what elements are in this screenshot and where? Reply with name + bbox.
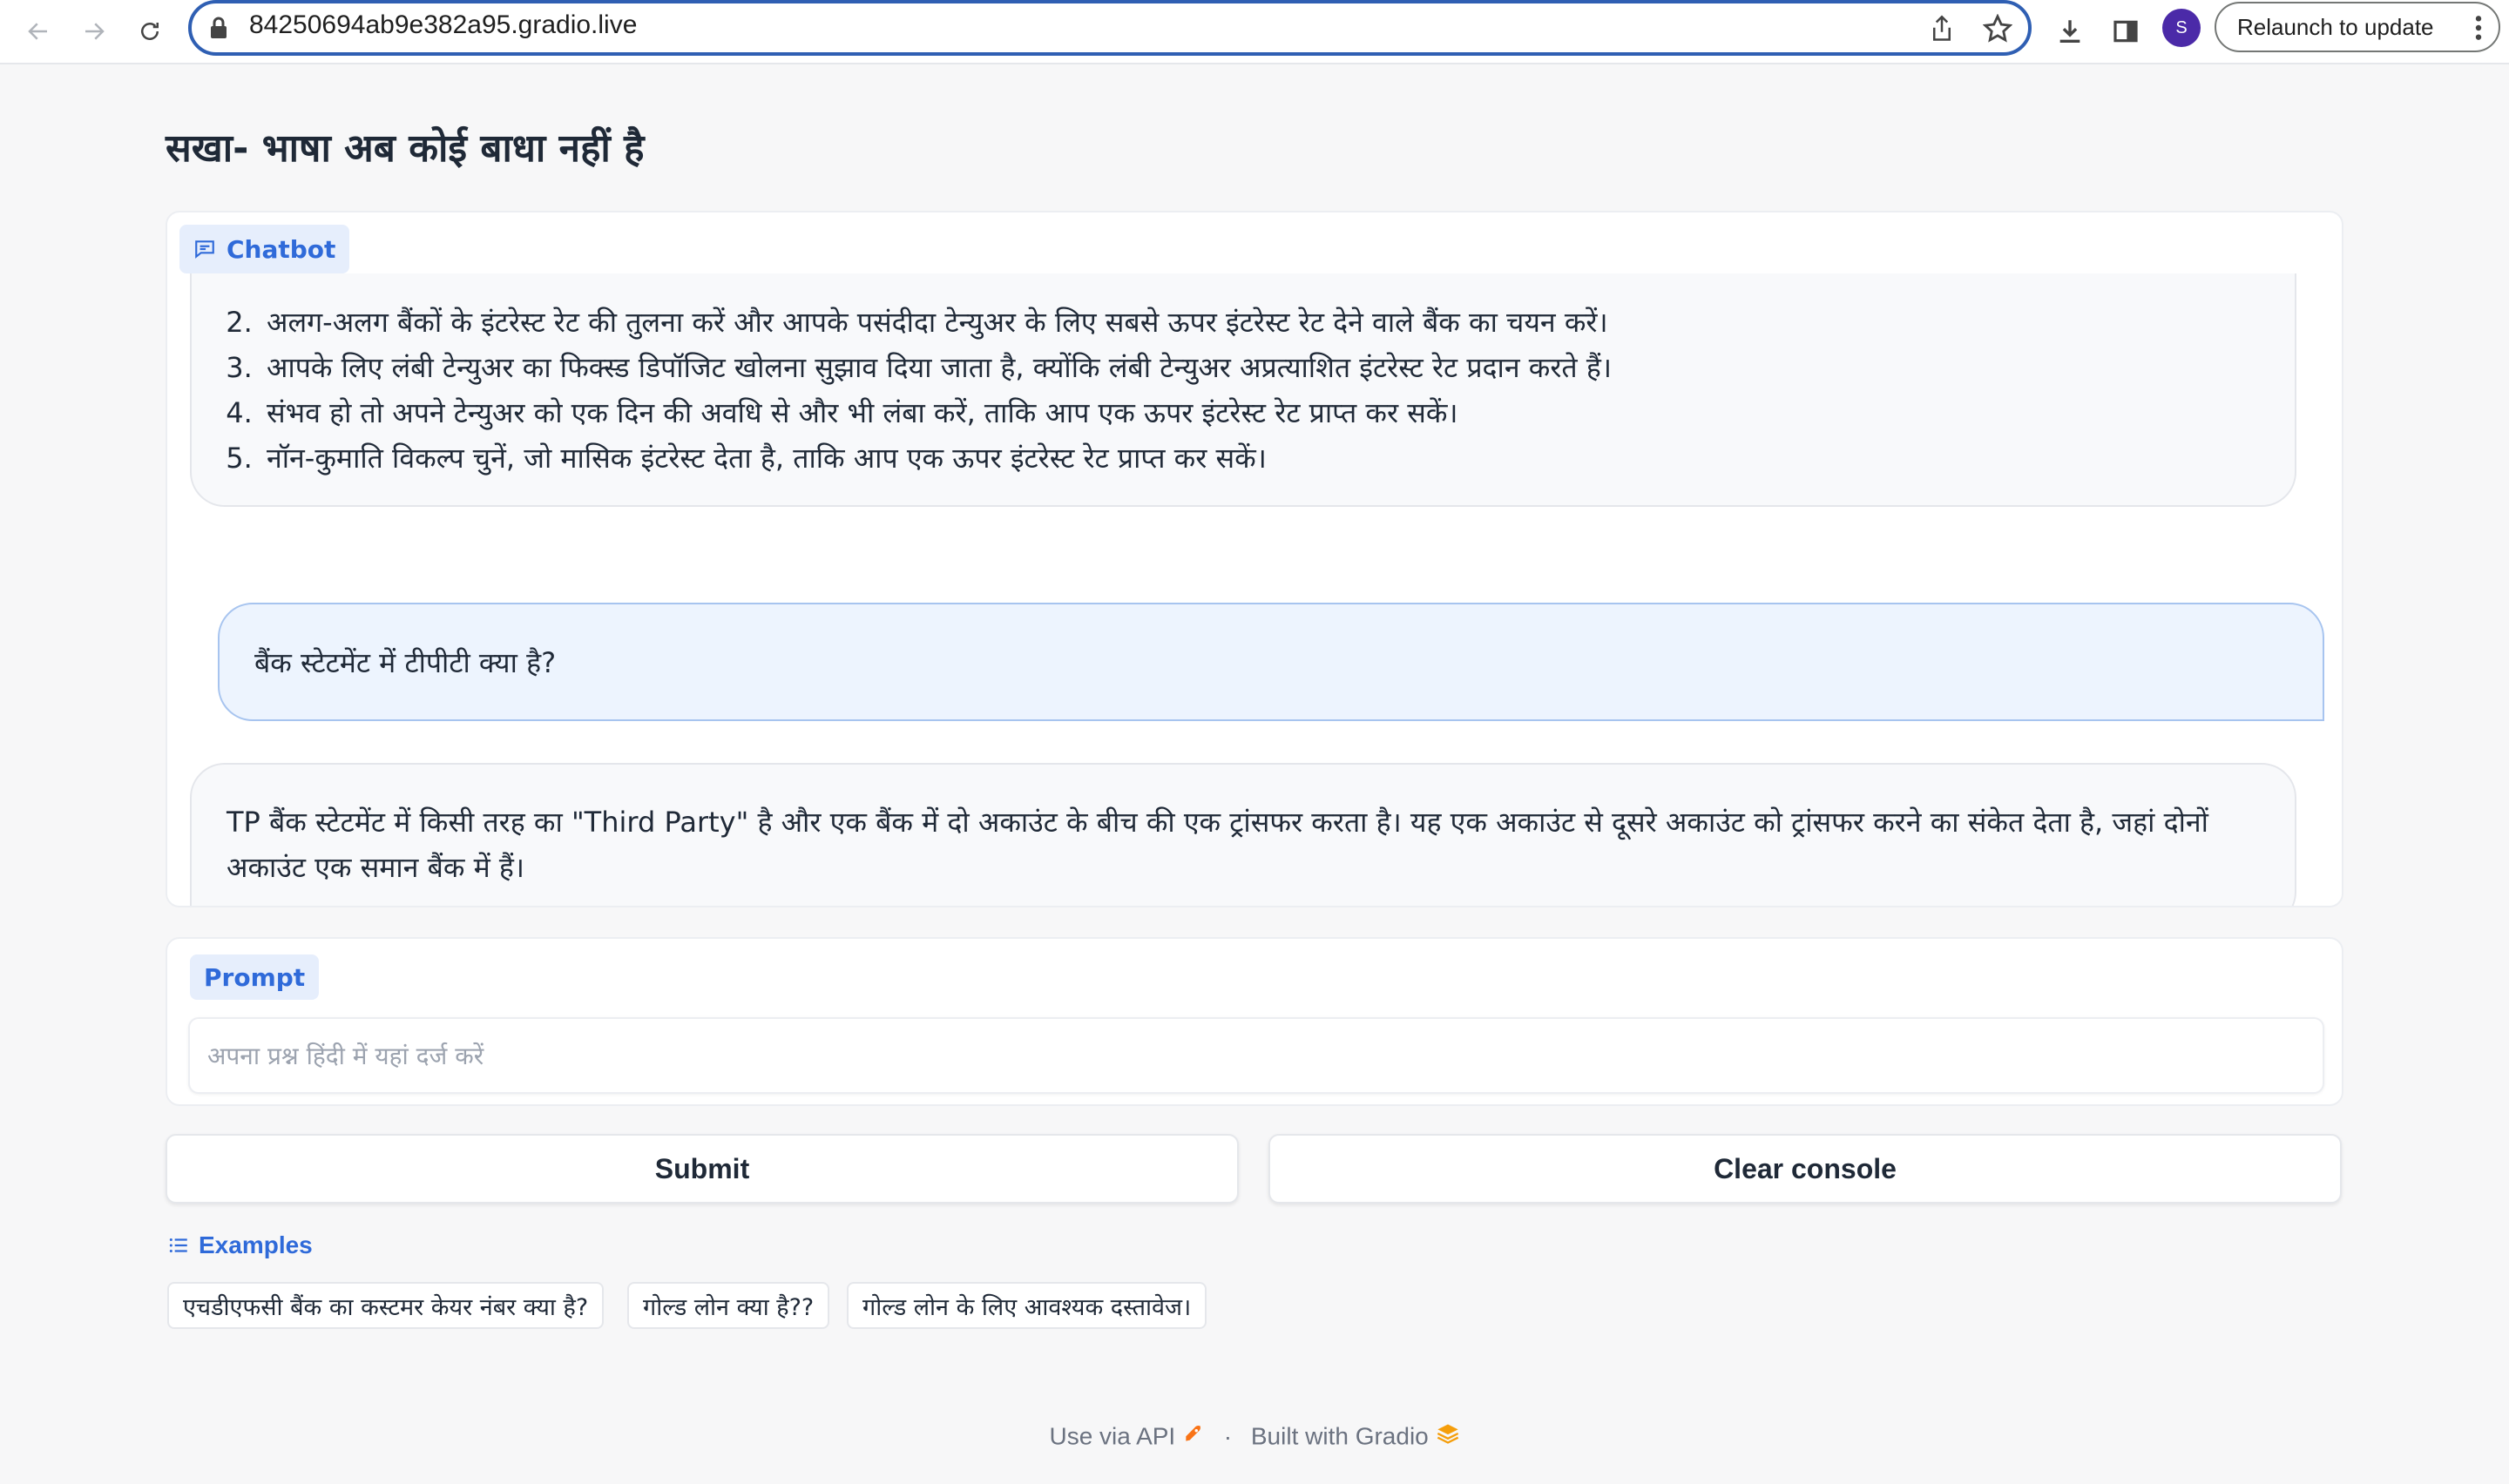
prompt-input[interactable] [188, 1017, 2324, 1094]
download-icon [2059, 20, 2080, 44]
prompt-label: Prompt [190, 954, 320, 1000]
examples-label-text: Examples [199, 1231, 313, 1258]
url-text: 84250694ab9e382a95.gradio.live [249, 10, 638, 39]
gradio-logo-icon [1436, 1423, 1460, 1450]
profile-avatar[interactable]: S [2162, 9, 2201, 47]
list-item: नॉन-कुमाति विकल्प चुनें, जो मासिक इंटरेस… [261, 435, 1612, 481]
star-icon[interactable] [1982, 13, 2013, 47]
example-item[interactable]: गोल्ड लोन के लिए आवश्यक दस्तावेज। [847, 1282, 1207, 1329]
more-vert-icon[interactable] [2474, 14, 2483, 48]
footer-separator: · [1223, 1422, 1233, 1450]
page-title: सखा- भाषा अब कोई बाधा नहीं है [166, 126, 645, 171]
built-with-gradio-link[interactable]: Built with Gradio [1251, 1423, 1429, 1450]
chatbot-label: Chatbot [179, 225, 350, 273]
list-item: अलग-अलग बैंकों के इंटरेस्ट रेट की तुलना … [261, 300, 1612, 345]
side-panel-button[interactable] [2103, 9, 2148, 54]
reload-icon [141, 23, 159, 40]
bot-message-list: अलग-अलग बैंकों के इंटरेस्ट रेट की तुलना … [261, 300, 1612, 481]
address-bar[interactable]: 84250694ab9e382a95.gradio.live [188, 0, 2032, 56]
user-message: बैंक स्टेटमेंट में टीपीटी क्या है? [218, 603, 2324, 721]
list-item: आपके लिए लंबी टेन्युअर का फिक्स्ड डिपॉजि… [261, 345, 1612, 390]
share-icon[interactable] [1929, 14, 1955, 47]
arrow-right-icon [85, 23, 105, 40]
submit-button[interactable]: Submit [166, 1134, 1239, 1204]
bot-message: TP बैंक स्टेटमेंट में किसी तरह का "Third… [190, 763, 2296, 906]
side-panel-icon [2113, 20, 2138, 43]
back-button[interactable] [16, 9, 61, 54]
lock-icon [209, 16, 228, 44]
chat-icon [195, 240, 214, 259]
rocket-icon [1182, 1423, 1212, 1450]
example-item[interactable]: गोल्ड लोन क्या है?? [627, 1282, 830, 1329]
chatbot-label-text: Chatbot [227, 234, 336, 264]
reload-button[interactable] [127, 9, 172, 54]
arrow-left-icon [28, 23, 47, 40]
browser-toolbar: 84250694ab9e382a95.gradio.live S Relaunc… [0, 0, 2509, 64]
example-item[interactable]: एचडीएफसी बैंक का कस्टमर केयर नंबर क्या ह… [167, 1282, 605, 1329]
list-item: संभव हो तो अपने टेन्युअर को एक दिन की अव… [261, 390, 1612, 435]
chatbot-panel: अलग-अलग बैंकों के इंटरेस्ट रेट की तुलना … [166, 211, 2343, 907]
list-icon [169, 1238, 187, 1253]
footer: Use via API · Built with Gradio [0, 1421, 2509, 1451]
relaunch-label: Relaunch to update [2237, 13, 2434, 40]
chat-scroll-area[interactable]: अलग-अलग बैंकों के इंटरेस्ट रेट की तुलना … [167, 273, 2342, 906]
download-button[interactable] [2047, 9, 2093, 54]
forward-button[interactable] [71, 9, 117, 54]
bot-message: अलग-अलग बैंकों के इंटरेस्ट रेट की तुलना … [190, 273, 2296, 507]
relaunch-button[interactable]: Relaunch to update [2215, 2, 2500, 52]
use-via-api-link[interactable]: Use via API [1049, 1423, 1175, 1450]
prompt-label-text: Prompt [204, 962, 306, 992]
examples-label: Examples [167, 1231, 313, 1259]
prompt-panel: Prompt [166, 937, 2343, 1106]
clear-console-button[interactable]: Clear console [1268, 1134, 2342, 1204]
